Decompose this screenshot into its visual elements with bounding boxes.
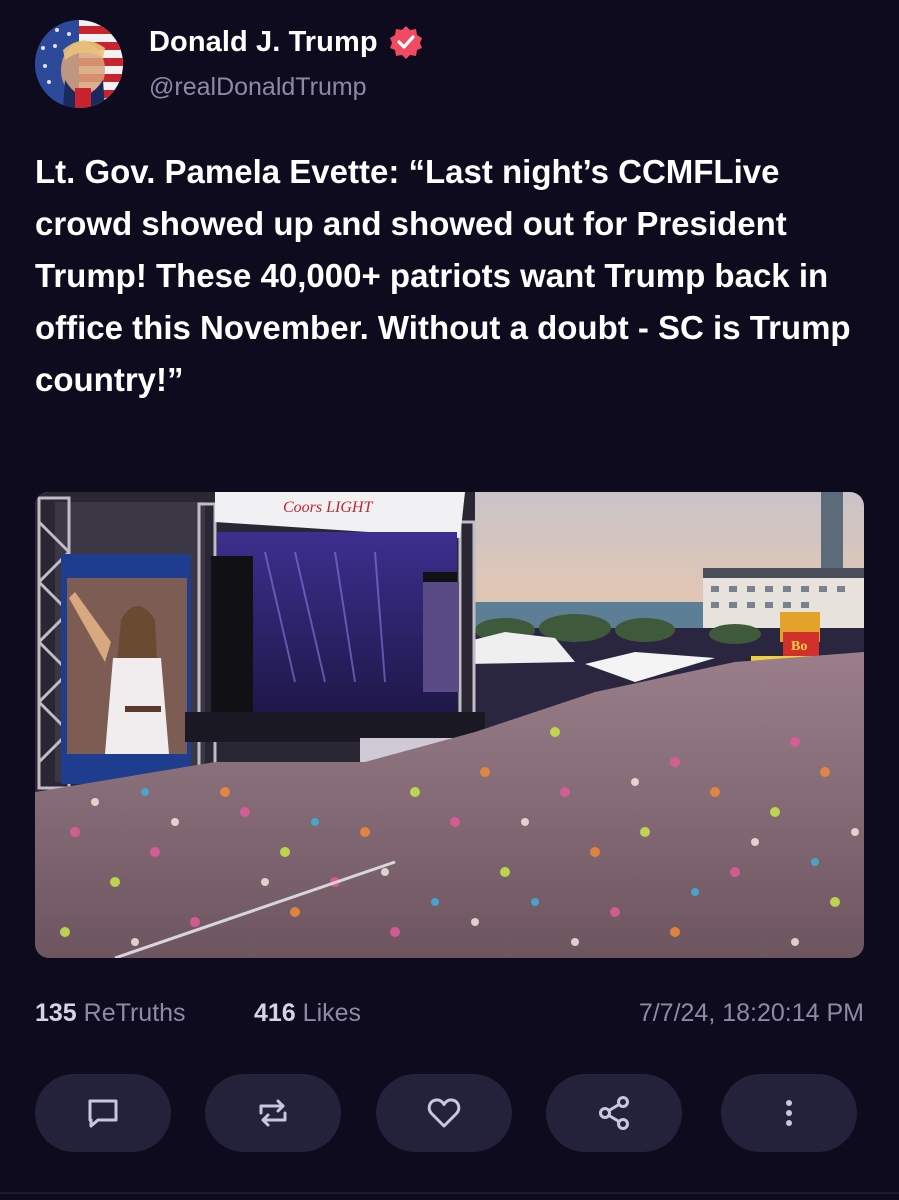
share-icon [599, 1096, 629, 1130]
sign-text: Bo [791, 639, 807, 654]
action-bar [35, 1074, 864, 1152]
post-stats: 135 ReTruths 416 Likes 7/7/24, 18:20:14 … [35, 999, 864, 1035]
likes-count: 416 [254, 999, 296, 1027]
post-header: Donald J. Trump @realDonaldTrump [35, 20, 865, 112]
reply-button[interactable] [35, 1074, 171, 1152]
comment-icon [88, 1099, 118, 1128]
bottom-divider [0, 1192, 899, 1194]
post-timestamp: 7/7/24, 18:20:14 PM [638, 999, 864, 1027]
retruths-count: 135 [35, 999, 77, 1027]
more-options-button[interactable] [721, 1074, 857, 1152]
concert-crowd-image: Bo Coors LIGHT [35, 492, 864, 958]
handle[interactable]: @realDonaldTrump [149, 73, 367, 102]
banner-text: Coors LIGHT [283, 499, 373, 516]
more-vertical-icon [786, 1100, 792, 1126]
truth-post-page: Donald J. Trump @realDonaldTrump Lt. Gov… [0, 0, 899, 1200]
profile-avatar-icon [35, 20, 123, 108]
retruths-label: ReTruths [83, 999, 186, 1027]
verified-badge-icon [389, 26, 422, 59]
like-button[interactable] [376, 1074, 512, 1152]
name-row: Donald J. Trump [149, 24, 424, 60]
avatar[interactable] [35, 20, 123, 108]
post-media-photo[interactable]: Bo Coors LIGHT [35, 492, 864, 958]
heart-icon [427, 1098, 461, 1128]
post-text: Lt. Gov. Pamela Evette: “Last night’s CC… [35, 153, 851, 398]
display-name[interactable]: Donald J. Trump [149, 26, 378, 59]
retruths-stat[interactable]: 135 ReTruths [35, 999, 186, 1028]
retruth-button[interactable] [205, 1074, 341, 1152]
share-button[interactable] [546, 1074, 682, 1152]
repost-icon [259, 1099, 287, 1127]
likes-stat[interactable]: 416 Likes [254, 999, 361, 1028]
likes-label: Likes [302, 999, 362, 1027]
